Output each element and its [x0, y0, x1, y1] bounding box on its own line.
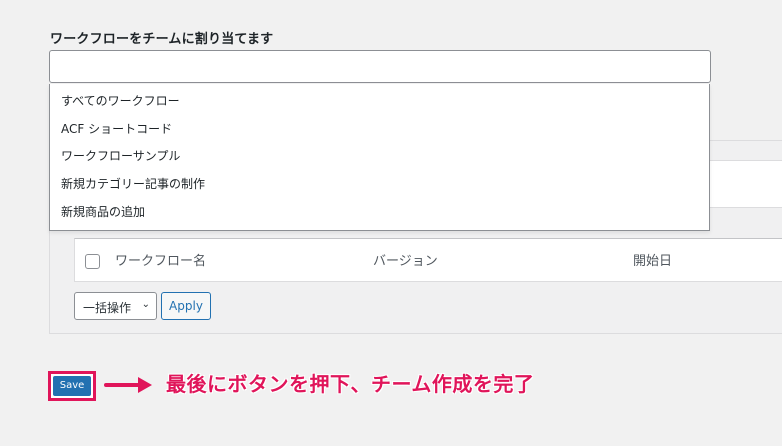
- apply-button[interactable]: Apply: [161, 292, 211, 320]
- section-label: ワークフローをチームに割り当てます: [50, 32, 274, 47]
- save-highlight-box: Save: [48, 371, 96, 401]
- chevron-down-icon: ⌄: [141, 299, 150, 310]
- column-header-start-date[interactable]: 開始日: [633, 250, 672, 269]
- annotation-text: 最後にボタンを押下、チーム作成を完了: [166, 372, 535, 396]
- dropdown-item[interactable]: 新規カテゴリー記事の制作: [61, 175, 205, 192]
- bulk-action-select[interactable]: 一括操作 ⌄: [74, 292, 157, 320]
- dropdown-item[interactable]: ワークフローサンプル: [61, 147, 180, 164]
- bulk-action-label: 一括操作: [83, 301, 132, 315]
- save-button[interactable]: Save: [53, 376, 91, 396]
- dropdown-item[interactable]: ACF ショートコード: [61, 120, 172, 137]
- dropdown-item[interactable]: 新規商品の追加: [61, 203, 145, 220]
- column-header-name[interactable]: ワークフロー名: [115, 250, 206, 269]
- column-header-version[interactable]: バージョン: [373, 250, 438, 269]
- workflow-dropdown-list: すべてのワークフロー ACF ショートコード ワークフローサンプル 新規カテゴリ…: [49, 84, 710, 231]
- workflow-table-header: ワークフロー名 バージョン 開始日: [74, 238, 782, 282]
- dropdown-item[interactable]: すべてのワークフロー: [61, 92, 180, 109]
- arrow-right-icon: [104, 377, 152, 393]
- select-all-checkbox[interactable]: [85, 254, 100, 269]
- workflow-select-input[interactable]: [49, 50, 711, 83]
